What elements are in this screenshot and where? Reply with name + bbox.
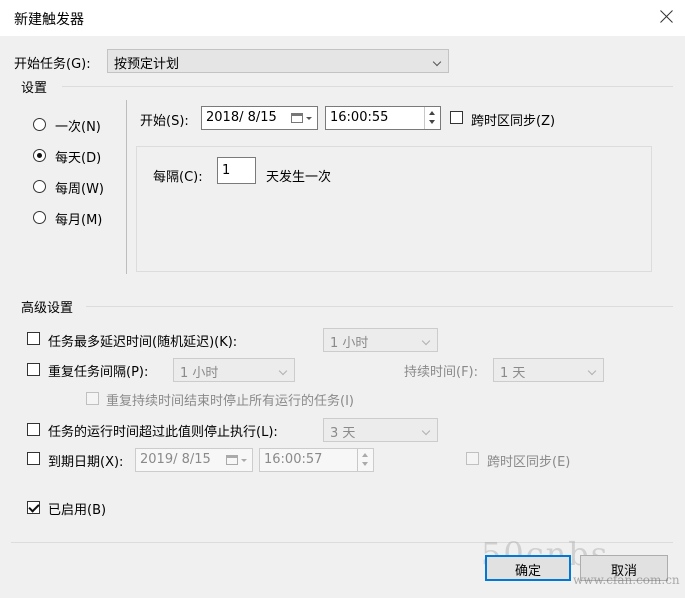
expire-time-field[interactable]: 16:00:57 [259,448,374,472]
recur-unit: 天发生一次 [266,170,332,185]
dialog-title: 新建触发器 [14,12,84,28]
calendar-icon [291,113,303,123]
chevron-down-icon [421,426,431,436]
sync-timezone-label[interactable]: 跨时区同步(Z) [471,110,555,129]
settings-heading: 设置 [21,81,48,96]
spin-down-icon[interactable] [429,120,435,124]
delay-checkbox[interactable] [27,332,40,345]
calendar-icon [226,455,238,465]
chevron-down-icon [587,366,597,376]
radio-weekly[interactable] [33,180,46,193]
time-spinner[interactable] [357,449,372,471]
start-time-field[interactable]: 16:00:55 [325,106,441,130]
stop-if-select[interactable]: 3 天 [323,418,438,442]
dialog-body: 开始任务(G): 按预定计划 设置 一次(N) 每天(D) 每周(W) 每月(M… [0,36,685,598]
expire-checkbox[interactable] [27,452,40,465]
radio-monthly-label[interactable]: 每月(M) [55,209,102,228]
expire-sync-label[interactable]: 跨时区同步(E) [487,451,570,470]
repeat-label[interactable]: 重复任务间隔(P): [48,361,148,380]
recur-input[interactable]: 1 [217,157,256,184]
stop-all-label[interactable]: 重复持续时间结束时停止所有运行的任务(I) [106,390,354,409]
repeat-select[interactable]: 1 小时 [173,358,295,382]
radio-daily[interactable] [33,149,46,162]
stop-if-value: 3 天 [330,426,356,441]
new-trigger-dialog: 新建触发器 开始任务(G): 按预定计划 设置 一次(N) 每天(D) 每周(W… [0,0,685,598]
chevron-down-icon [421,336,431,346]
settings-divider [62,86,673,87]
chevron-down-icon [432,57,442,67]
delay-value: 1 小时 [330,336,369,351]
repeat-value: 1 小时 [180,366,219,381]
duration-select[interactable]: 1 天 [493,358,604,382]
stop-if-label[interactable]: 任务的运行时间超过此值则停止执行(L): [48,421,278,440]
start-task-value: 按预定计划 [114,57,180,72]
spin-up-icon[interactable] [429,111,435,115]
watermark-site: www.cfan.com.cn [573,573,680,587]
stop-all-checkbox[interactable] [86,392,99,405]
close-icon[interactable] [652,2,682,32]
repeat-checkbox[interactable] [27,363,40,376]
duration-label: 持续时间(F): [404,365,479,380]
recur-value: 1 [222,163,231,178]
delay-select[interactable]: 1 小时 [323,328,438,352]
radio-monthly[interactable] [33,211,46,224]
time-spinner[interactable] [424,107,439,129]
expire-sync-checkbox[interactable] [466,452,479,465]
spin-up-icon[interactable] [362,453,368,457]
radio-once[interactable] [33,118,46,131]
chevron-down-icon [306,117,312,120]
radio-weekly-label[interactable]: 每周(W) [55,178,104,197]
settings-vertical-divider [126,100,127,274]
recurrence-panel [136,146,652,272]
expire-date-picker[interactable]: 2019/ 8/15 [135,448,253,472]
ok-button[interactable]: 确定 [485,555,571,581]
start-label: 开始(S): [140,114,189,129]
advanced-heading: 高级设置 [21,301,74,316]
expire-label[interactable]: 到期日期(X): [48,451,123,470]
start-task-select[interactable]: 按预定计划 [107,49,449,73]
start-date-picker[interactable]: 2018/ 8/15 [201,106,318,130]
advanced-divider [86,306,673,307]
expire-date-value: 2019/ 8/15 [140,452,211,467]
chevron-down-icon [278,366,288,376]
delay-label[interactable]: 任务最多延迟时间(随机延迟)(K): [48,331,237,350]
recur-label: 每隔(C): [153,170,203,185]
enabled-checkbox[interactable] [27,501,40,514]
start-time-value: 16:00:55 [330,110,389,125]
start-date-value: 2018/ 8/15 [206,110,277,125]
chevron-down-icon [241,459,247,462]
enabled-label[interactable]: 已启用(B) [48,499,106,518]
sync-timezone-checkbox[interactable] [450,111,463,124]
duration-value: 1 天 [500,366,526,381]
stop-if-checkbox[interactable] [27,423,40,436]
expire-time-value: 16:00:57 [264,452,323,467]
radio-once-label[interactable]: 一次(N) [55,116,101,135]
spin-down-icon[interactable] [362,462,368,466]
radio-daily-label[interactable]: 每天(D) [55,147,101,166]
start-task-label: 开始任务(G): [14,57,91,72]
